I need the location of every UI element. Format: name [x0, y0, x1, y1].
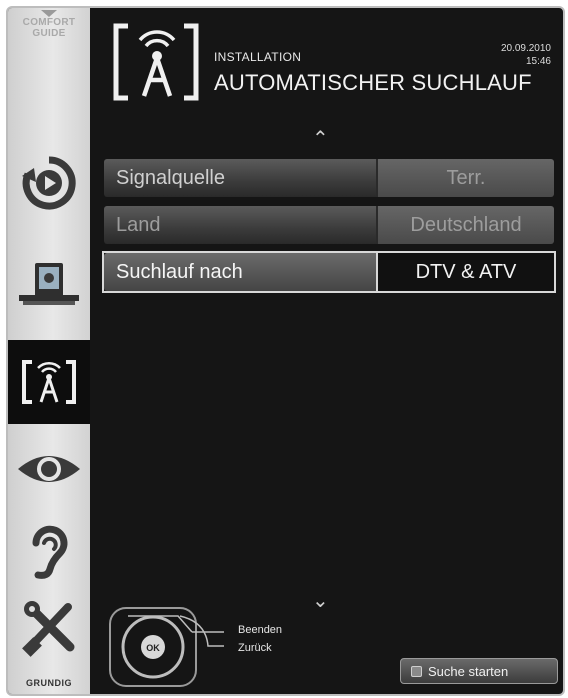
comfort-guide-button[interactable]: COMFORT GUIDE: [8, 8, 90, 78]
sidebar-item-installation[interactable]: [8, 340, 90, 424]
menu-row-signal-source[interactable]: Signalquelle Terr.: [104, 159, 554, 197]
main-panel: INSTALLATION AUTOMATISCHER SUCHLAUF 20.0…: [90, 8, 563, 694]
menu-row-value[interactable]: Terr.: [376, 159, 554, 197]
menu-row-search-type[interactable]: Suchlauf nach DTV & ATV: [102, 251, 556, 293]
time-text: 15:46: [525, 56, 551, 67]
comfort-guide-line2: GUIDE: [32, 28, 66, 39]
sidebar-item-media[interactable]: [8, 248, 90, 318]
header-antenna-icon: [106, 16, 206, 111]
menu-row-value[interactable]: Deutschland: [376, 206, 554, 244]
ok-button-label: OK: [146, 643, 160, 653]
menu-row-label: Suchlauf nach: [104, 253, 376, 291]
ear-sound-icon: [32, 525, 68, 579]
menu-row-value[interactable]: DTV & ATV: [376, 253, 554, 291]
eye-picture-icon: [18, 456, 80, 482]
tools-settings-icon: [22, 601, 75, 657]
menu-row-country[interactable]: Land Deutschland: [104, 206, 554, 244]
hint-back: Zurück: [238, 642, 272, 654]
start-search-button[interactable]: Suche starten: [400, 658, 558, 684]
menu-row-label: Signalquelle: [104, 159, 376, 197]
page-title: AUTOMATISCHER SUCHLAUF: [214, 70, 532, 95]
breadcrumb: INSTALLATION: [214, 50, 302, 64]
brand-logo: GRUNDIG: [26, 678, 72, 688]
remote-control-icon: OK: [108, 602, 238, 694]
hint-exit: Beenden: [238, 624, 283, 636]
sidebar-item-sound[interactable]: [8, 512, 90, 590]
antenna-installation-icon: [22, 360, 76, 404]
playback-icon: [22, 156, 76, 210]
menu-row-label: Land: [104, 206, 376, 244]
date-text: 20.09.2010: [500, 43, 551, 54]
sidebar: COMFORT GUIDE GRUNDIG: [8, 8, 90, 694]
sidebar-item-playback[interactable]: [8, 148, 90, 218]
sidebar-item-picture[interactable]: [8, 434, 90, 504]
datetime: 20.09.2010 15:46: [501, 42, 551, 68]
sidebar-item-settings[interactable]: [8, 594, 90, 662]
scroll-down-icon[interactable]: ⌄: [312, 588, 329, 613]
start-search-label: Suche starten: [428, 663, 509, 679]
color-key-icon: [411, 665, 422, 677]
arrow-down-icon: [41, 10, 57, 17]
comfort-guide-line1: COMFORT: [22, 17, 76, 28]
screen-frame: COMFORT GUIDE GRUNDIG INSTALLATION AUTOM…: [0, 0, 568, 698]
tv-menu: COMFORT GUIDE GRUNDIG INSTALLATION AUTOM…: [6, 6, 565, 696]
media-source-icon: [19, 263, 79, 305]
scroll-up-icon[interactable]: ⌃: [312, 126, 329, 151]
